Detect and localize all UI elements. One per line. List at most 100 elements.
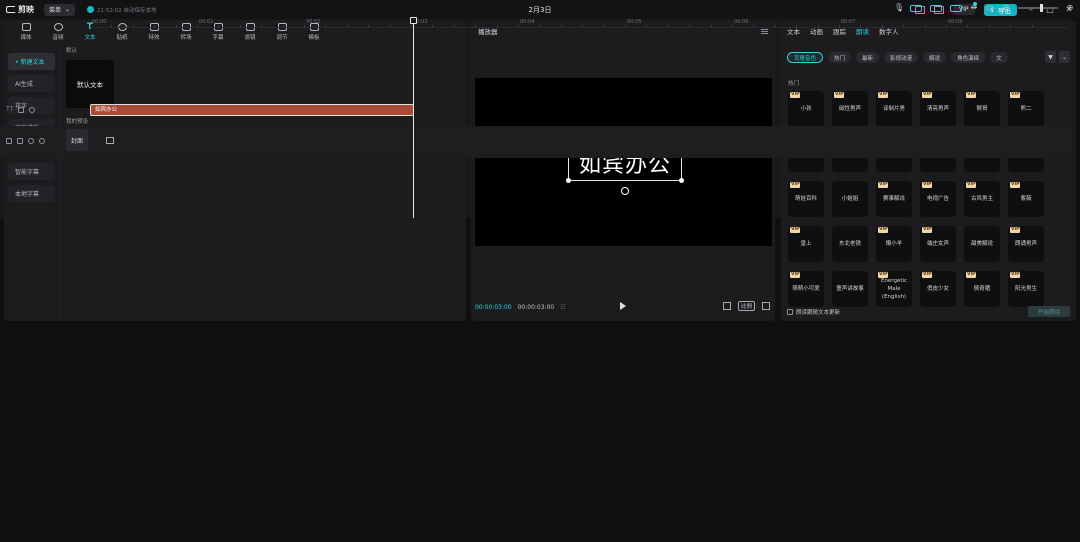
main-track-magnet-icon[interactable] bbox=[910, 4, 922, 12]
resize-handle[interactable] bbox=[679, 178, 684, 183]
voice-card[interactable]: VIP 端庄女声 bbox=[920, 226, 956, 262]
ruler-tick bbox=[560, 25, 562, 28]
total-timecode: 00:00:03:00 bbox=[517, 303, 555, 311]
voice-category-chip[interactable]: 克隆音色 bbox=[787, 52, 824, 63]
ruler-tick bbox=[111, 25, 113, 28]
voice-card[interactable]: VIP 萌萌小可爱 bbox=[788, 271, 824, 307]
ruler-tick bbox=[90, 25, 91, 28]
ratio-button[interactable]: 比例 bbox=[737, 301, 755, 311]
cloud-check-icon bbox=[87, 6, 95, 13]
linkage-icon[interactable] bbox=[950, 4, 962, 12]
player-menu-icon[interactable] bbox=[761, 28, 768, 34]
eye-icon[interactable] bbox=[28, 138, 34, 144]
voice-card[interactable]: VIP 电视广告 bbox=[920, 181, 956, 217]
voice-card[interactable]: VIP 阳光男生 bbox=[1008, 271, 1044, 307]
properties-panel: 文本 动画 跟踪 朗读 数字人 克隆音色 热门 最新 影视动漫 解说 角色演绎文 ▼ ⌄ 热门 V… bbox=[781, 20, 1076, 321]
fullscreen-icon[interactable] bbox=[762, 302, 770, 310]
voice-card[interactable]: VIP 萌娃百科 bbox=[788, 181, 824, 217]
playhead[interactable] bbox=[413, 18, 414, 218]
voice-name: 俏皮少女 bbox=[926, 286, 949, 292]
microphone-icon[interactable]: 🎙 bbox=[894, 4, 904, 12]
voice-grid: VIP小孩VIP磁性男声VIP译制片男VIP清亮男声VIP猴哥VIP熊二解说小帅… bbox=[788, 91, 1048, 307]
zoom-fit-icon[interactable]: ▭ bbox=[986, 4, 994, 12]
timeline-ruler[interactable]: 00:00 00:01 00:02 00:03 00:04 00:05 00:06 00:07… bbox=[90, 18, 1068, 28]
voice-card[interactable]: VIP 古风男主 bbox=[964, 181, 1000, 217]
menu-button[interactable]: 菜单 ⌄ bbox=[44, 3, 76, 16]
media-panel: 媒体音频T文本贴纸特效转场字幕滤镜调节模板 • 新建文本AI生成花字文字模板识别… bbox=[4, 20, 466, 321]
filter-icon[interactable]: ▼ bbox=[1045, 51, 1056, 63]
follow-text-checkbox[interactable]: 朗读跟随文本更新 bbox=[787, 308, 840, 316]
voice-category-chip[interactable]: 文 bbox=[990, 52, 1008, 63]
ruler-tick bbox=[389, 25, 391, 28]
voice-category-chip[interactable]: 热门 bbox=[828, 52, 852, 63]
ruler-tick bbox=[646, 25, 648, 28]
voice-card[interactable]: 童声讲故事 bbox=[832, 271, 868, 307]
ruler-tick bbox=[903, 25, 905, 28]
save-status-text: 21:52:02 自动保存本地 bbox=[97, 7, 157, 14]
lock-icon[interactable] bbox=[17, 138, 23, 144]
cover-label: 封面 bbox=[70, 137, 83, 145]
voice-card[interactable]: VIP 俏皮少女 bbox=[920, 271, 956, 307]
sidebar-item[interactable]: AI生成 bbox=[8, 75, 55, 92]
zoom-slider-knob[interactable] bbox=[1040, 4, 1043, 12]
chevron-down-icon[interactable]: ⌄ bbox=[1059, 51, 1070, 63]
vip-badge: VIP bbox=[966, 272, 977, 278]
voice-card[interactable]: VIP 紫薇 bbox=[1008, 181, 1044, 217]
voice-category-chip[interactable]: 最新 bbox=[856, 52, 880, 63]
start-reading-button[interactable]: 开始朗读 bbox=[1027, 306, 1070, 317]
app-name: 剪映 bbox=[18, 5, 34, 14]
ruler-tick bbox=[539, 25, 541, 28]
hot-section-label: 热门 bbox=[788, 81, 800, 87]
zoom-out-icon[interactable]: ⊖ bbox=[1002, 4, 1010, 12]
lock-icon[interactable] bbox=[18, 106, 25, 113]
voice-category-chip[interactable]: 影视动漫 bbox=[884, 52, 919, 63]
ruler-tick bbox=[496, 25, 498, 28]
my-presets-label: 我的预设 bbox=[66, 119, 89, 125]
text-content: 默认 默认文本 我的预设 bbox=[66, 46, 460, 321]
ruler-tick bbox=[796, 25, 798, 28]
vip-badge: VIP bbox=[790, 92, 801, 98]
zoom-slider[interactable] bbox=[1018, 4, 1058, 12]
eye-icon[interactable] bbox=[29, 106, 36, 113]
ruler-tick bbox=[411, 25, 412, 28]
default-text-tile[interactable]: 默认文本 bbox=[66, 60, 114, 108]
voice-card[interactable]: VIP Energetic Male (English) bbox=[876, 271, 912, 307]
sidebar-item[interactable]: 本地字幕 bbox=[8, 185, 55, 202]
voice-name: Energetic Male (English) bbox=[880, 278, 908, 300]
voice-name: 萌娃百科 bbox=[794, 196, 817, 202]
tab-label: 贴纸 bbox=[116, 35, 128, 41]
voice-category-chip[interactable]: 角色演绎 bbox=[951, 52, 986, 63]
player-controls: 00:00:03:00 00:00:03:00 ☷ 比例 bbox=[471, 299, 775, 315]
preview-axis-icon[interactable]: ⇹ bbox=[970, 4, 978, 12]
player-panel: 播放器 如宾办公 00:00:03:00 00:00:03:00 ☷ 比例 bbox=[471, 20, 775, 321]
play-icon[interactable] bbox=[620, 302, 626, 310]
sidebar-item[interactable]: • 新建文本 bbox=[8, 53, 55, 70]
resize-handle[interactable] bbox=[566, 178, 571, 183]
auto-snap-icon[interactable] bbox=[930, 4, 942, 12]
tab-media[interactable]: 媒体 bbox=[10, 20, 42, 44]
rotate-icon[interactable] bbox=[621, 187, 629, 195]
voice-card[interactable]: VIP 皇上 bbox=[788, 226, 824, 262]
tab-label: 音频 bbox=[52, 35, 64, 41]
vip-badge: VIP bbox=[922, 182, 933, 188]
voice-card[interactable]: VIP 赛事解说 bbox=[876, 181, 912, 217]
playhead-handle[interactable] bbox=[410, 17, 417, 24]
voice-card[interactable]: 小姐姐 bbox=[832, 181, 868, 217]
voice-category-chip[interactable]: 解说 bbox=[923, 52, 947, 63]
vip-badge: VIP bbox=[878, 182, 889, 188]
crop-icon[interactable] bbox=[722, 302, 731, 310]
voice-name: 甜美解说 bbox=[970, 241, 993, 247]
app-logo: 剪映 bbox=[6, 4, 34, 15]
cover-button[interactable]: 封面 bbox=[66, 129, 88, 151]
text-clip[interactable]: 如宾办公 bbox=[90, 104, 414, 116]
audio-mute-icon[interactable] bbox=[39, 138, 45, 144]
voice-card[interactable]: 甜美解说 bbox=[964, 226, 1000, 262]
sidebar-item[interactable]: 智能字幕 bbox=[8, 163, 55, 180]
voice-card[interactable]: VIP 佩奇猪 bbox=[964, 271, 1000, 307]
voice-card[interactable]: VIP 朗诵男声 bbox=[1008, 226, 1044, 262]
voice-card[interactable]: VIP 懒小羊 bbox=[876, 226, 912, 262]
voice-card[interactable]: 东北老铁 bbox=[832, 226, 868, 262]
vip-badge: VIP bbox=[790, 182, 801, 188]
zoom-in-icon[interactable]: ⊕ bbox=[1066, 4, 1074, 12]
tab-audio[interactable]: 音频 bbox=[42, 20, 74, 44]
